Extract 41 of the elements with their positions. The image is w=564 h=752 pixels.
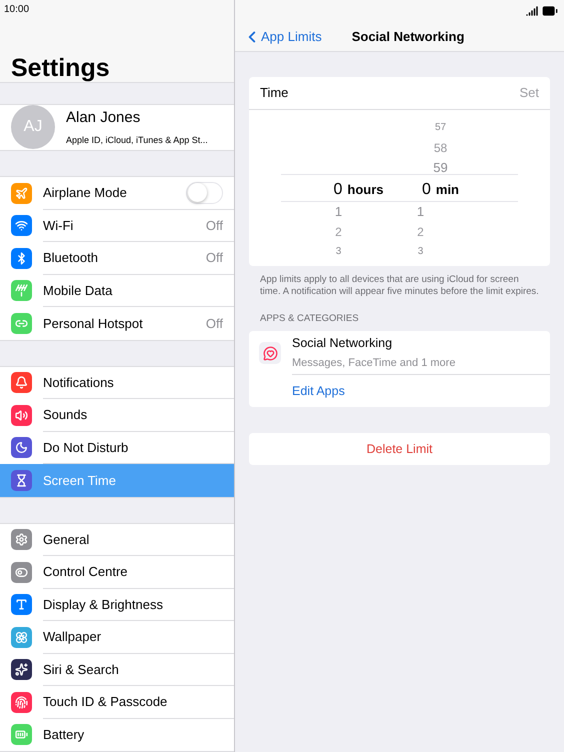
row-value: Off (206, 249, 223, 267)
time-picker[interactable]: 0 hours 1 2 3 57 58 59 0 min 1 2 3 (249, 110, 550, 260)
category-subtitle: Messages, FaceTime and 1 more (292, 356, 456, 371)
profile-name: Alan Jones (66, 108, 142, 128)
row-label: Siri & Search (43, 660, 120, 678)
page-title: Settings (10, 54, 111, 82)
signal-icon (526, 5, 538, 17)
row-value: Off (206, 216, 223, 234)
edit-apps-link[interactable]: Edit Apps (292, 375, 345, 408)
row-value: Off (206, 314, 223, 332)
profile-row[interactable]: AJ Alan Jones Apple ID, iCloud, iTunes & App St... (0, 104, 234, 151)
row-label: Wallpaper (43, 628, 102, 646)
row-label: General (43, 530, 90, 548)
row-label: Screen Time (43, 472, 117, 490)
avatar: AJ (11, 105, 55, 150)
picker-unit: hours (347, 181, 384, 200)
row-label: Display & Brightness (43, 596, 164, 614)
row-label: Do Not Disturb (43, 438, 130, 456)
status-time: 10:00 (3, 3, 30, 17)
delete-limit-button[interactable]: Delete Limit (249, 433, 550, 466)
row-label: Notifications (43, 374, 115, 392)
nav-title: Social Networking (352, 28, 464, 46)
row-label: Bluetooth (43, 249, 99, 267)
category-title: Social Networking (292, 335, 394, 352)
profile-subtitle: Apple ID, iCloud, iTunes & App St... (66, 134, 208, 147)
footnote: App limits apply to all devices that are using iCloud for screen time. A notification will appear five minutes before the limit expires. (259, 274, 540, 298)
toggle-switch[interactable] (186, 182, 223, 204)
row-label: Personal Hotspot (43, 314, 144, 333)
row-label: Wi-Fi (43, 216, 74, 234)
row-label: Airplane Mode (43, 184, 128, 202)
picker-value[interactable]: 0 (333, 178, 342, 202)
section-header: APPS & CATEGORIES (259, 312, 360, 326)
picker-unit: min (436, 181, 460, 200)
row-label: Sounds (43, 406, 88, 424)
row-label: Mobile Data (43, 282, 114, 300)
picker-value[interactable]: 0 (422, 178, 431, 202)
row-label: Touch ID & Passcode (43, 693, 168, 711)
row-label: Battery (43, 726, 86, 744)
row-label: Control Centre (43, 563, 129, 581)
time-label: Time (260, 84, 288, 102)
back-button[interactable]: App Limits (243, 27, 322, 46)
